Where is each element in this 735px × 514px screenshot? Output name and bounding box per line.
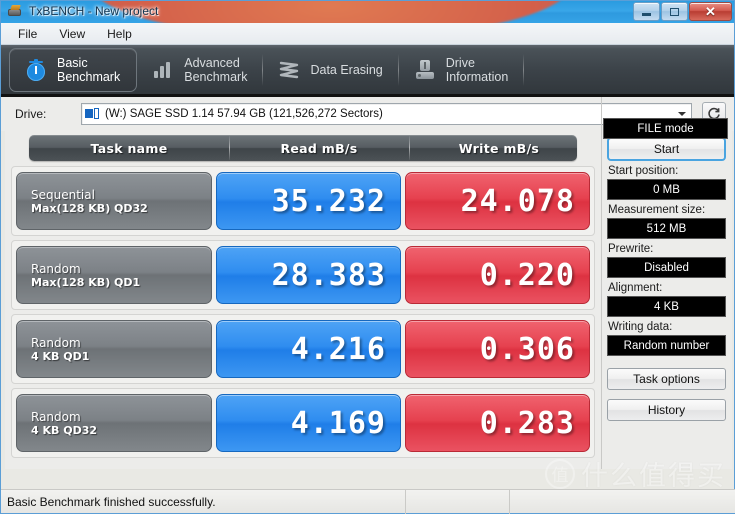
task-name-line2: 4 KB QD32 (31, 423, 98, 437)
table-row: Sequential Max(128 KB) QD32 35.232 24.07… (11, 166, 595, 236)
tab-advanced-benchmark-label: Advanced Benchmark (184, 55, 248, 84)
task-cell[interactable]: Random Max(128 KB) QD1 (16, 246, 212, 304)
column-header-task-name: Task name (90, 140, 168, 156)
minimize-icon (642, 12, 651, 16)
start-position-value[interactable]: 0 MB (607, 179, 726, 200)
column-header-write: Write mB/s (409, 135, 589, 160)
body: Task name Read mB/s Write mB/s Sequentia… (1, 97, 734, 469)
status-segment-3 (509, 489, 735, 514)
read-value: 35.232 (216, 172, 401, 230)
hard-drive-icon (413, 58, 437, 82)
drive-small-icon (85, 108, 99, 120)
alignment-value[interactable]: 4 KB (607, 296, 726, 317)
maximize-icon (670, 7, 679, 16)
app-icon (7, 3, 23, 19)
eraser-zigzag-icon (277, 58, 301, 82)
task-name-line2: 4 KB QD1 (31, 349, 90, 363)
tab-advanced-benchmark[interactable]: Advanced Benchmark (137, 48, 264, 92)
options-panel: Start Start position: 0 MB Measurement s… (601, 97, 732, 469)
tab-data-erasing[interactable]: Data Erasing (263, 48, 399, 92)
stopwatch-icon (24, 58, 48, 82)
title-bar: TxBENCH - New project ✕ (1, 1, 734, 23)
file-mode-display[interactable]: FILE mode (603, 118, 728, 139)
measurement-size-caption: Measurement size: (608, 204, 706, 216)
status-message: Basic Benchmark finished successfully. (7, 494, 216, 509)
file-mode-display-wrapper: FILE mode (603, 118, 728, 142)
write-value: 24.078 (405, 172, 590, 230)
task-cell[interactable]: Random 4 KB QD32 (16, 394, 212, 452)
tab-basic-benchmark-label: Basic Benchmark (57, 55, 121, 84)
table-row: Random 4 KB QD32 4.169 0.283 (11, 388, 595, 458)
writing-data-value[interactable]: Random number (607, 335, 726, 356)
tab-drive-information[interactable]: Drive Information (399, 48, 525, 92)
menu-item-view[interactable]: View (50, 25, 94, 43)
task-name-line1: Random (31, 261, 81, 276)
column-header-read: Read mB/s (229, 135, 409, 160)
maximize-button[interactable] (661, 2, 688, 21)
task-name-line2: Max(128 KB) QD1 (31, 275, 141, 289)
writing-data-caption: Writing data: (608, 321, 673, 333)
chevron-down-icon (678, 112, 686, 116)
bar-chart-icon (151, 58, 175, 82)
application-window: TxBENCH - New project ✕ File View Help B… (0, 0, 735, 514)
status-segment-2 (405, 489, 509, 514)
task-cell[interactable]: Random 4 KB QD1 (16, 320, 212, 378)
tab-basic-benchmark[interactable]: Basic Benchmark (9, 47, 138, 92)
prewrite-caption: Prewrite: (608, 243, 654, 255)
write-value: 0.283 (405, 394, 590, 452)
menu-item-file[interactable]: File (9, 25, 46, 43)
title-bar-decoration-arc (91, 1, 571, 23)
alignment-caption: Alignment: (608, 282, 663, 294)
close-button[interactable]: ✕ (689, 2, 732, 21)
close-icon: ✕ (705, 4, 716, 19)
minimize-button[interactable] (633, 2, 660, 21)
table-row: Random Max(128 KB) QD1 28.383 0.220 (11, 240, 595, 310)
history-button[interactable]: History (607, 399, 726, 421)
write-value: 0.220 (405, 246, 590, 304)
prewrite-value[interactable]: Disabled (607, 257, 726, 278)
window-title: TxBENCH - New project (29, 4, 159, 18)
table-row: Random 4 KB QD1 4.216 0.306 (11, 314, 595, 384)
task-options-button[interactable]: Task options (607, 368, 726, 390)
read-value: 4.216 (216, 320, 401, 378)
drive-label: Drive: (15, 107, 47, 121)
tab-data-erasing-label: Data Erasing (310, 62, 383, 77)
menu-bar: File View Help (1, 23, 734, 45)
tab-strip: Basic Benchmark Advanced Benchmark Data … (1, 45, 734, 97)
task-name-line2: Max(128 KB) QD32 (31, 201, 148, 215)
menu-item-help[interactable]: Help (98, 25, 141, 43)
results-table-header: Task name Read mB/s Write mB/s (29, 135, 577, 161)
measurement-size-value[interactable]: 512 MB (607, 218, 726, 239)
read-value: 28.383 (216, 246, 401, 304)
status-bar: Basic Benchmark finished successfully. (1, 489, 735, 514)
start-position-caption: Start position: (608, 165, 679, 177)
task-name-line1: Random (31, 335, 81, 350)
drive-select-value: (W:) SAGE SSD 1.14 57.94 GB (121,526,272… (105, 108, 383, 120)
task-name-line1: Random (31, 409, 81, 424)
task-cell[interactable]: Sequential Max(128 KB) QD32 (16, 172, 212, 230)
read-value: 4.169 (216, 394, 401, 452)
tab-drive-information-label: Drive Information (445, 55, 509, 84)
benchmark-results-panel: Task name Read mB/s Write mB/s Sequentia… (5, 131, 601, 469)
window-controls: ✕ (633, 2, 732, 21)
title-bar-left: TxBENCH - New project (7, 3, 158, 19)
write-value: 0.306 (405, 320, 590, 378)
task-name-line1: Sequential (31, 187, 95, 202)
